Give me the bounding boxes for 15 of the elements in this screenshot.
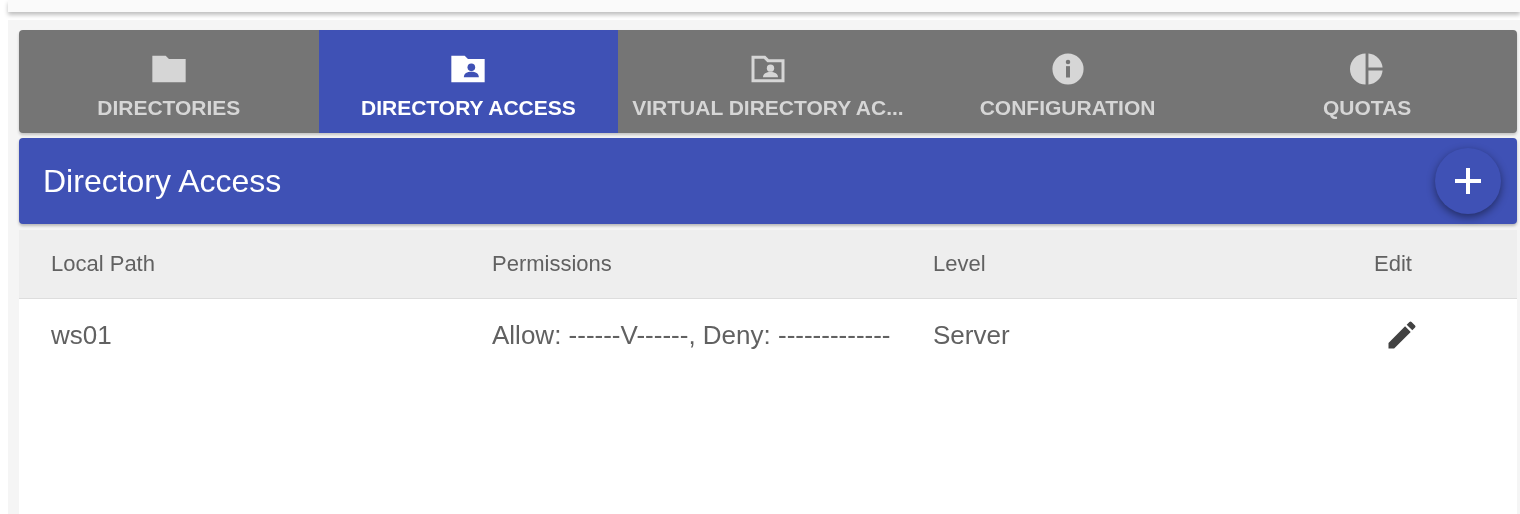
add-button[interactable] — [1435, 148, 1501, 214]
tab[interactable]: DIRECTORY ACCESS — [318, 30, 619, 133]
tab[interactable]: VIRTUAL DIRECTORY AC... — [618, 30, 918, 133]
tab[interactable]: QUOTAS — [1217, 30, 1517, 133]
tab[interactable]: DIRECTORIES — [19, 30, 319, 133]
table-cell-text: Allow: ------V------, Deny: ------------- — [492, 319, 892, 351]
tab[interactable]: CONFIGURATION — [917, 30, 1218, 133]
column-header: Permissions — [492, 251, 613, 277]
column-header: Edit — [1374, 251, 1412, 277]
page-title: Directory Access — [43, 162, 282, 200]
table-cell-text: ws01 — [51, 319, 113, 351]
column-header: Local Path — [51, 251, 156, 277]
column-header: Level — [933, 251, 987, 277]
table-cell-text: Server — [933, 319, 1011, 351]
plus-icon — [1453, 166, 1483, 196]
